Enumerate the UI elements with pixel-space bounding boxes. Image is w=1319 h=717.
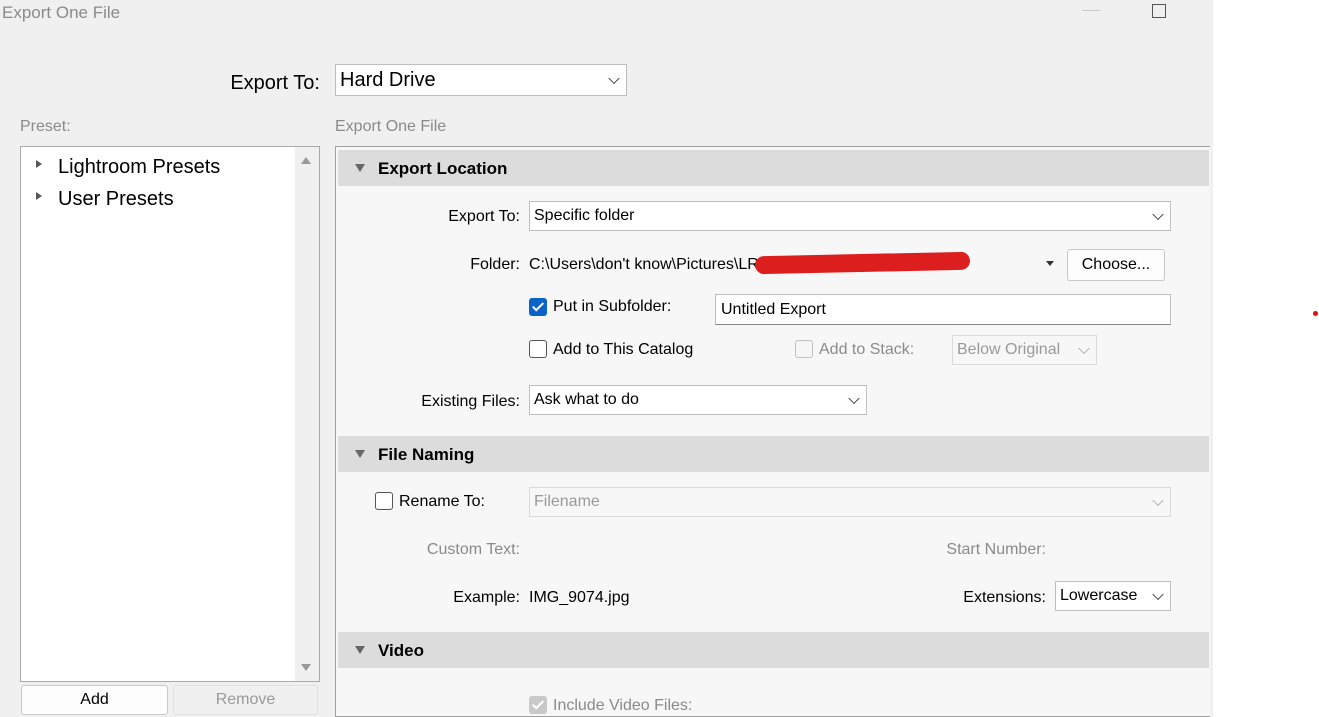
include-video-checkbox[interactable] <box>529 696 547 714</box>
preset-item-lightroom[interactable]: Lightroom Presets <box>21 151 291 181</box>
folder-path: C:\Users\don't know\Pictures\LR <box>529 256 759 273</box>
choose-folder-button[interactable]: Choose... <box>1067 249 1165 281</box>
subfolder-input[interactable]: Untitled Export <box>715 294 1171 325</box>
section-export-location[interactable]: Export Location <box>338 150 1209 186</box>
location-export-to-label: Export To: <box>448 208 520 225</box>
chevron-down-icon <box>848 392 860 405</box>
example-label: Example: <box>453 589 520 606</box>
preset-item-user[interactable]: User Presets <box>21 183 291 213</box>
chevron-down-icon <box>608 72 620 85</box>
minimize-button[interactable] <box>1082 10 1100 11</box>
rename-label: Rename To: <box>399 493 485 510</box>
title-bar: Export One File <box>0 0 1213 34</box>
add-preset-button[interactable]: Add <box>21 685 168 715</box>
section-file-naming[interactable]: File Naming <box>338 436 1209 472</box>
export-to-label: Export To: <box>230 72 320 94</box>
section-title: File Naming <box>378 445 475 464</box>
add-to-catalog-label: Add to This Catalog <box>553 341 694 358</box>
preset-label: Preset: <box>20 118 71 135</box>
section-video[interactable]: Video <box>338 632 1209 668</box>
add-to-stack-checkbox[interactable] <box>795 340 813 358</box>
section-title: Video <box>378 641 424 660</box>
rename-template-dropdown[interactable]: Filename <box>529 487 1171 517</box>
maximize-button[interactable] <box>1152 4 1166 18</box>
preset-item-label: Lightroom Presets <box>58 156 221 178</box>
start-number-label: Start Number: <box>946 541 1046 558</box>
chevron-down-icon <box>1078 342 1090 355</box>
existing-files-dropdown[interactable]: Ask what to do <box>529 385 867 415</box>
export-dialog: Export One File Export To: Hard Drive Pr… <box>0 0 1213 717</box>
panel-title: Export One File <box>335 118 447 135</box>
location-export-to-value: Specific folder <box>534 207 635 224</box>
scroll-down-icon[interactable] <box>301 664 311 671</box>
extensions-value: Lowercase <box>1060 587 1138 604</box>
folder-history-dropdown-icon[interactable] <box>1046 261 1054 266</box>
location-export-to-dropdown[interactable]: Specific folder <box>529 201 1171 231</box>
expand-arrow-icon[interactable] <box>36 160 42 168</box>
export-to-value: Hard Drive <box>340 69 436 91</box>
add-to-stack-label: Add to Stack: <box>819 341 915 358</box>
chevron-down-icon <box>1152 208 1164 221</box>
chevron-down-icon <box>1152 494 1164 507</box>
settings-panel: Export Location File Naming Video <box>335 146 1210 717</box>
custom-text-label: Custom Text: <box>426 541 520 558</box>
example-value: IMG_9074.jpg <box>529 589 630 606</box>
expand-arrow-icon[interactable] <box>36 192 42 200</box>
scroll-up-icon[interactable] <box>301 157 311 164</box>
stack-position-dropdown[interactable]: Below Original <box>952 335 1097 365</box>
window-title: Export One File <box>2 3 121 22</box>
preset-scrollbar[interactable] <box>295 147 319 681</box>
subfolder-checkbox[interactable] <box>529 298 547 316</box>
collapse-arrow-icon <box>355 450 365 458</box>
section-title: Export Location <box>378 159 508 178</box>
existing-files-value: Ask what to do <box>534 391 639 408</box>
subfolder-label: Put in Subfolder: <box>553 298 672 315</box>
collapse-arrow-icon <box>355 646 365 654</box>
extensions-dropdown[interactable]: Lowercase <box>1055 581 1171 611</box>
stack-position-value: Below Original <box>957 341 1061 358</box>
red-dot-mark <box>1313 311 1318 316</box>
remove-preset-button[interactable]: Remove <box>173 685 318 715</box>
preset-item-label: User Presets <box>58 188 174 210</box>
add-to-catalog-checkbox[interactable] <box>529 340 547 358</box>
existing-files-label: Existing Files: <box>421 393 520 410</box>
rename-checkbox[interactable] <box>375 492 393 510</box>
chevron-down-icon <box>1152 588 1164 601</box>
rename-template-value: Filename <box>534 493 600 510</box>
preset-list: Lightroom Presets User Presets <box>20 146 320 682</box>
export-to-dropdown[interactable]: Hard Drive <box>335 64 627 96</box>
collapse-arrow-icon <box>355 164 365 172</box>
folder-label: Folder: <box>470 256 520 273</box>
include-video-label: Include Video Files: <box>553 697 693 714</box>
extensions-label: Extensions: <box>963 589 1046 606</box>
